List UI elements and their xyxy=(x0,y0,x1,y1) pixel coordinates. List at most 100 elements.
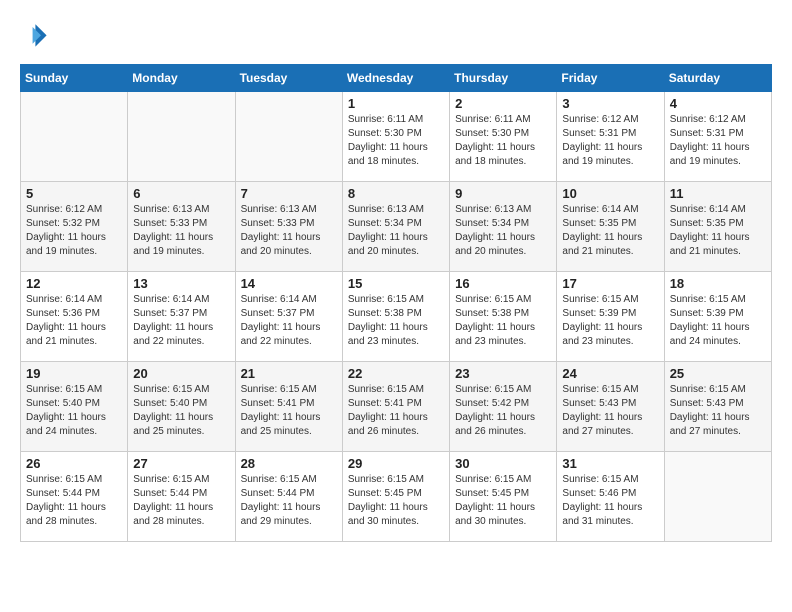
day-info: Sunrise: 6:15 AM Sunset: 5:46 PM Dayligh… xyxy=(562,473,658,529)
day-cell xyxy=(21,92,128,182)
day-info: Sunrise: 6:15 AM Sunset: 5:41 PM Dayligh… xyxy=(348,383,444,439)
calendar-body: 1 Sunrise: 6:11 AM Sunset: 5:30 PM Daylig… xyxy=(21,92,772,542)
week-row-2: 5Sunrise: 6:12 AM Sunset: 5:32 PM Daylig… xyxy=(21,182,772,272)
day-cell: 28 Sunrise: 6:15 AM Sunset: 5:44 PM Dayli… xyxy=(235,452,342,542)
day-info: Sunrise: 6:13 AM Sunset: 5:33 PM Dayligh… xyxy=(133,203,229,259)
day-cell: 15 Sunrise: 6:15 AM Sunset: 5:38 PM Dayli… xyxy=(342,272,449,362)
day-info: Sunrise: 6:11 AM Sunset: 5:30 PM Dayligh… xyxy=(348,113,444,169)
day-number: 9 xyxy=(455,186,551,201)
day-cell: 27Sunrise: 6:15 AM Sunset: 5:44 PM Dayli… xyxy=(128,452,235,542)
day-info: Sunrise: 6:12 AM Sunset: 5:32 PM Dayligh… xyxy=(26,203,122,259)
header-sunday: Sunday xyxy=(21,65,128,92)
day-info: Sunrise: 6:15 AM Sunset: 5:45 PM Dayligh… xyxy=(455,473,551,529)
day-number: 7 xyxy=(241,186,337,201)
day-number: 22 xyxy=(348,366,444,381)
day-cell: 4 Sunrise: 6:12 AM Sunset: 5:31 PM Daylig… xyxy=(664,92,771,182)
day-cell: 24 Sunrise: 6:15 AM Sunset: 5:43 PM Dayli… xyxy=(557,362,664,452)
day-info: Sunrise: 6:14 AM Sunset: 5:35 PM Dayligh… xyxy=(670,203,766,259)
day-info: Sunrise: 6:13 AM Sunset: 5:33 PM Dayligh… xyxy=(241,203,337,259)
day-info: Sunrise: 6:15 AM Sunset: 5:44 PM Dayligh… xyxy=(241,473,337,529)
header-tuesday: Tuesday xyxy=(235,65,342,92)
day-info: Sunrise: 6:13 AM Sunset: 5:34 PM Dayligh… xyxy=(455,203,551,259)
day-number: 17 xyxy=(562,276,658,291)
day-number: 27 xyxy=(133,456,229,471)
day-cell: 17 Sunrise: 6:15 AM Sunset: 5:39 PM Dayli… xyxy=(557,272,664,362)
day-number: 3 xyxy=(562,96,658,111)
day-number: 19 xyxy=(26,366,122,381)
day-number: 12 xyxy=(26,276,122,291)
day-cell: 30Sunrise: 6:15 AM Sunset: 5:45 PM Dayli… xyxy=(450,452,557,542)
day-info: Sunrise: 6:15 AM Sunset: 5:42 PM Dayligh… xyxy=(455,383,551,439)
week-row-1: 1 Sunrise: 6:11 AM Sunset: 5:30 PM Daylig… xyxy=(21,92,772,182)
day-number: 31 xyxy=(562,456,658,471)
day-cell: 1 Sunrise: 6:11 AM Sunset: 5:30 PM Daylig… xyxy=(342,92,449,182)
day-cell: 19 Sunrise: 6:15 AM Sunset: 5:40 PM Dayli… xyxy=(21,362,128,452)
day-cell: 20Sunrise: 6:15 AM Sunset: 5:40 PM Dayli… xyxy=(128,362,235,452)
header-wednesday: Wednesday xyxy=(342,65,449,92)
day-number: 21 xyxy=(241,366,337,381)
day-number: 11 xyxy=(670,186,766,201)
day-number: 8 xyxy=(348,186,444,201)
day-info: Sunrise: 6:12 AM Sunset: 5:31 PM Dayligh… xyxy=(670,113,766,169)
day-info: Sunrise: 6:15 AM Sunset: 5:40 PM Dayligh… xyxy=(133,383,229,439)
day-info: Sunrise: 6:14 AM Sunset: 5:37 PM Dayligh… xyxy=(241,293,337,349)
day-cell xyxy=(128,92,235,182)
day-cell: 3 Sunrise: 6:12 AM Sunset: 5:31 PM Daylig… xyxy=(557,92,664,182)
day-info: Sunrise: 6:15 AM Sunset: 5:40 PM Dayligh… xyxy=(26,383,122,439)
day-cell: 9 Sunrise: 6:13 AM Sunset: 5:34 PM Daylig… xyxy=(450,182,557,272)
day-number: 13 xyxy=(133,276,229,291)
day-number: 2 xyxy=(455,96,551,111)
day-info: Sunrise: 6:11 AM Sunset: 5:30 PM Dayligh… xyxy=(455,113,551,169)
day-info: Sunrise: 6:15 AM Sunset: 5:44 PM Dayligh… xyxy=(26,473,122,529)
week-row-4: 19 Sunrise: 6:15 AM Sunset: 5:40 PM Dayli… xyxy=(21,362,772,452)
day-cell: 7 Sunrise: 6:13 AM Sunset: 5:33 PM Daylig… xyxy=(235,182,342,272)
day-number: 23 xyxy=(455,366,551,381)
day-cell: 18Sunrise: 6:15 AM Sunset: 5:39 PM Dayli… xyxy=(664,272,771,362)
day-cell: 21Sunrise: 6:15 AM Sunset: 5:41 PM Dayli… xyxy=(235,362,342,452)
day-cell: 2 Sunrise: 6:11 AM Sunset: 5:30 PM Daylig… xyxy=(450,92,557,182)
day-info: Sunrise: 6:15 AM Sunset: 5:38 PM Dayligh… xyxy=(455,293,551,349)
day-cell: 13 Sunrise: 6:14 AM Sunset: 5:37 PM Dayli… xyxy=(128,272,235,362)
day-number: 10 xyxy=(562,186,658,201)
day-cell: 22 Sunrise: 6:15 AM Sunset: 5:41 PM Dayli… xyxy=(342,362,449,452)
day-number: 4 xyxy=(670,96,766,111)
day-cell: 25 Sunrise: 6:15 AM Sunset: 5:43 PM Dayli… xyxy=(664,362,771,452)
day-cell: 14Sunrise: 6:14 AM Sunset: 5:37 PM Dayli… xyxy=(235,272,342,362)
day-number: 18 xyxy=(670,276,766,291)
day-number: 1 xyxy=(348,96,444,111)
day-cell xyxy=(664,452,771,542)
day-number: 24 xyxy=(562,366,658,381)
day-cell: 31 Sunrise: 6:15 AM Sunset: 5:46 PM Dayli… xyxy=(557,452,664,542)
day-number: 15 xyxy=(348,276,444,291)
day-cell: 16 Sunrise: 6:15 AM Sunset: 5:38 PM Dayli… xyxy=(450,272,557,362)
day-info: Sunrise: 6:15 AM Sunset: 5:43 PM Dayligh… xyxy=(562,383,658,439)
day-info: Sunrise: 6:13 AM Sunset: 5:34 PM Dayligh… xyxy=(348,203,444,259)
header-friday: Friday xyxy=(557,65,664,92)
calendar-table: SundayMondayTuesdayWednesdayThursdayFrid… xyxy=(20,64,772,542)
day-number: 28 xyxy=(241,456,337,471)
day-info: Sunrise: 6:15 AM Sunset: 5:43 PM Dayligh… xyxy=(670,383,766,439)
day-cell: 26 Sunrise: 6:15 AM Sunset: 5:44 PM Dayli… xyxy=(21,452,128,542)
day-info: Sunrise: 6:12 AM Sunset: 5:31 PM Dayligh… xyxy=(562,113,658,169)
day-cell xyxy=(235,92,342,182)
week-row-3: 12 Sunrise: 6:14 AM Sunset: 5:36 PM Dayli… xyxy=(21,272,772,362)
day-cell: 11 Sunrise: 6:14 AM Sunset: 5:35 PM Dayli… xyxy=(664,182,771,272)
logo xyxy=(20,20,52,48)
day-info: Sunrise: 6:15 AM Sunset: 5:39 PM Dayligh… xyxy=(562,293,658,349)
day-cell: 23 Sunrise: 6:15 AM Sunset: 5:42 PM Dayli… xyxy=(450,362,557,452)
day-cell: 29Sunrise: 6:15 AM Sunset: 5:45 PM Dayli… xyxy=(342,452,449,542)
day-number: 16 xyxy=(455,276,551,291)
day-info: Sunrise: 6:14 AM Sunset: 5:35 PM Dayligh… xyxy=(562,203,658,259)
day-info: Sunrise: 6:15 AM Sunset: 5:45 PM Dayligh… xyxy=(348,473,444,529)
day-number: 6 xyxy=(133,186,229,201)
day-number: 25 xyxy=(670,366,766,381)
day-info: Sunrise: 6:15 AM Sunset: 5:38 PM Dayligh… xyxy=(348,293,444,349)
header-thursday: Thursday xyxy=(450,65,557,92)
day-cell: 12 Sunrise: 6:14 AM Sunset: 5:36 PM Dayli… xyxy=(21,272,128,362)
day-number: 26 xyxy=(26,456,122,471)
day-info: Sunrise: 6:14 AM Sunset: 5:36 PM Dayligh… xyxy=(26,293,122,349)
calendar-header: SundayMondayTuesdayWednesdayThursdayFrid… xyxy=(21,65,772,92)
header-monday: Monday xyxy=(128,65,235,92)
page-header xyxy=(20,20,772,48)
day-info: Sunrise: 6:14 AM Sunset: 5:37 PM Dayligh… xyxy=(133,293,229,349)
